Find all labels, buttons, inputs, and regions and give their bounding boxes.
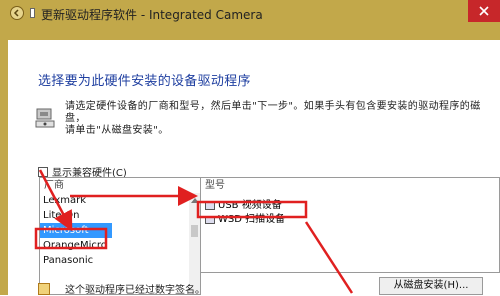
manufacturer-item-selected[interactable]: Microsoft bbox=[40, 223, 112, 238]
scroll-up-icon[interactable] bbox=[191, 198, 199, 203]
model-item-label: USB 视频设备 bbox=[218, 200, 282, 211]
model-item-label: WSD 扫描设备 bbox=[218, 214, 286, 225]
page-heading: 选择要为此硬件安装的设备驱动程序 bbox=[38, 74, 251, 89]
back-button[interactable] bbox=[10, 6, 24, 20]
model-item[interactable]: USB 视频设备 bbox=[201, 199, 499, 213]
manufacturer-item[interactable]: OrangeMicro bbox=[40, 238, 200, 253]
camera-device-icon bbox=[205, 202, 215, 210]
compat-hardware-checkbox[interactable] bbox=[38, 166, 48, 177]
device-icon bbox=[30, 8, 35, 18]
scroll-thumb[interactable] bbox=[191, 225, 198, 237]
window-title: 更新驱动程序软件 - Integrated Camera bbox=[41, 8, 263, 22]
model-list[interactable]: 型号 USB 视频设备 WSD 扫描设备 bbox=[200, 177, 500, 273]
have-disk-button[interactable]: 从磁盘安装(H)... bbox=[379, 277, 483, 295]
signed-driver-text: 这个驱动程序已经过数字签名。 bbox=[65, 285, 205, 296]
instruction-line-2: 请单击"从磁盘安装"。 bbox=[65, 125, 169, 136]
manufacturer-scrollbar[interactable] bbox=[189, 193, 200, 294]
window-frame: 更新驱动程序软件 - Integrated Camera 选择要为此硬件安装的设… bbox=[0, 0, 500, 296]
model-item[interactable]: WSD 扫描设备 bbox=[201, 213, 499, 227]
scanner-device-icon bbox=[205, 216, 215, 224]
signed-driver-icon bbox=[38, 283, 50, 295]
close-button[interactable] bbox=[468, 0, 500, 22]
manufacturer-item[interactable]: Lexmark bbox=[40, 193, 200, 208]
hardware-icon bbox=[35, 108, 55, 128]
dialog-body: 选择要为此硬件安装的设备驱动程序 请选定硬件设备的厂商和型号，然后单击"下一步"… bbox=[8, 40, 500, 296]
manufacturer-header: 厂商 bbox=[44, 180, 64, 191]
model-header: 型号 bbox=[205, 180, 225, 191]
instruction-line-1: 请选定硬件设备的厂商和型号，然后单击"下一步"。如果手头有包含要安装的驱动程序的… bbox=[65, 101, 481, 124]
instruction-text: 请选定硬件设备的厂商和型号，然后单击"下一步"。如果手头有包含要安装的驱动程序的… bbox=[65, 101, 490, 137]
manufacturer-item[interactable]: Lite-On bbox=[40, 208, 200, 223]
title-bar: 更新驱动程序软件 - Integrated Camera bbox=[0, 0, 500, 28]
manufacturer-list[interactable]: 厂商 Lexmark Lite-On Microsoft OrangeMicro… bbox=[39, 177, 201, 295]
close-icon bbox=[479, 6, 489, 16]
back-arrow-icon bbox=[13, 9, 19, 17]
manufacturer-item[interactable]: Panasonic bbox=[40, 253, 200, 268]
